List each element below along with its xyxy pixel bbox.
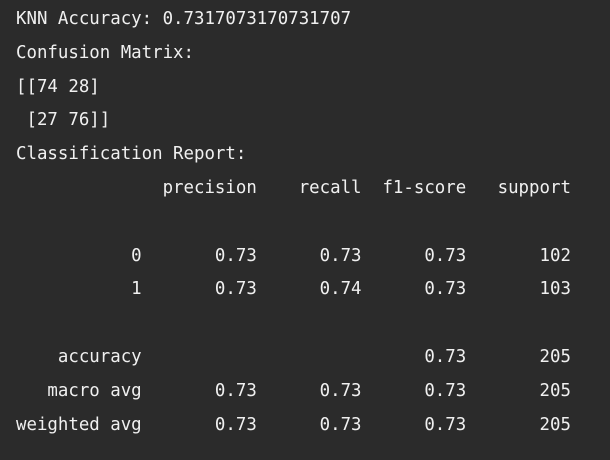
classification-report-heading: Classification Report: (16, 144, 247, 165)
knn-accuracy-line: KNN Accuracy: 0.7317073170731707 (16, 9, 352, 29)
cell-output: KNN Accuracy: 0.7317073170731707 Confusi… (0, 0, 610, 460)
report-header-row: precision recall f1-score support (16, 177, 571, 198)
confusion-matrix-heading: Confusion Matrix: (16, 42, 194, 63)
report-row-class-1: 1 0.73 0.74 0.73 103 (16, 279, 571, 300)
report-blank-line (16, 307, 610, 341)
report-blank-line (16, 206, 610, 240)
report-row-accuracy: accuracy 0.73 205 (16, 346, 571, 367)
report-row-macro-avg: macro avg 0.73 0.73 0.73 205 (16, 380, 571, 401)
report-row-class-0: 0 0.73 0.73 0.73 102 (16, 245, 571, 266)
confusion-matrix-row-1: [[74 28] (16, 76, 100, 97)
report-row-weighted-avg: weighted avg 0.73 0.73 0.73 205 (16, 414, 571, 435)
confusion-matrix-row-2: [27 76]] (16, 110, 111, 131)
